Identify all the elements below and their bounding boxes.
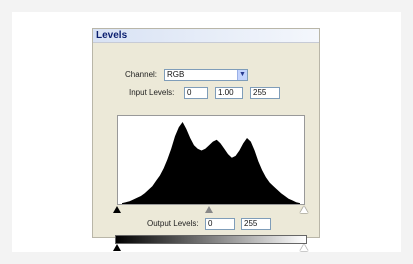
histogram-area	[122, 122, 300, 204]
input-black-field[interactable]: 0	[184, 87, 208, 99]
output-gradient-bar	[115, 235, 307, 244]
histogram-chart	[122, 122, 300, 204]
levels-dialog: Levels Channel: RGB ▼ Input Levels: 0 1.…	[92, 28, 320, 251]
title-bar: Levels	[93, 29, 319, 43]
input-white-field[interactable]: 255	[250, 87, 280, 99]
channel-label: Channel:	[125, 70, 158, 79]
input-levels-label: Input Levels:	[129, 88, 175, 97]
channel-select[interactable]: RGB ▼	[164, 69, 248, 81]
input-black-slider[interactable]	[113, 206, 121, 213]
histogram	[117, 115, 305, 205]
dialog-title: Levels	[96, 30, 128, 41]
output-black-slider[interactable]	[113, 244, 121, 251]
channel-value: RGB	[167, 70, 185, 79]
input-gamma-field[interactable]: 1.00	[215, 87, 243, 99]
output-black-field[interactable]: 0	[205, 218, 235, 230]
output-white-field[interactable]: 255	[241, 218, 271, 230]
output-white-slider[interactable]	[300, 244, 308, 251]
input-white-slider[interactable]	[300, 206, 308, 213]
chevron-down-icon[interactable]: ▼	[237, 70, 247, 80]
output-levels-label: Output Levels:	[147, 219, 199, 228]
input-gamma-slider[interactable]	[205, 206, 213, 213]
